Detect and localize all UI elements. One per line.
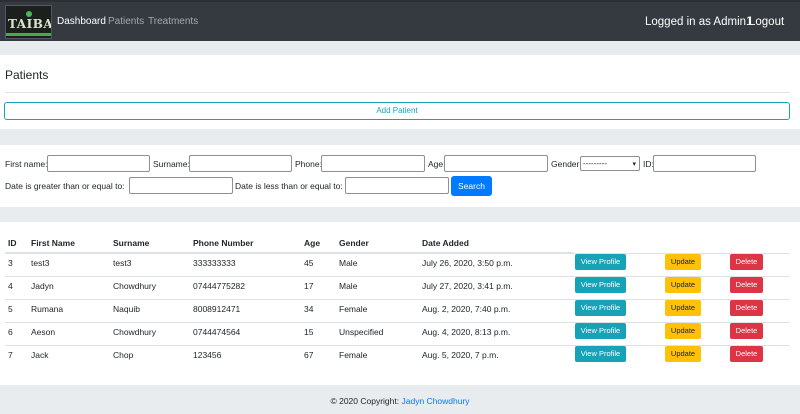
date-lte-input[interactable] <box>345 177 449 194</box>
phone-input[interactable] <box>321 155 425 172</box>
id-input[interactable] <box>653 155 756 172</box>
col-header-age: Age <box>304 238 321 248</box>
age-input[interactable] <box>444 155 548 172</box>
view-profile-button[interactable]: View Profile <box>575 300 626 316</box>
delete-button[interactable]: Delete <box>730 300 763 316</box>
cell-first-name: Jadyn <box>31 281 54 291</box>
logout-link[interactable]: Logout <box>749 16 784 28</box>
cell-age: 34 <box>304 304 314 314</box>
date-lte-label: Date is less than or equal to: <box>235 181 343 191</box>
col-header-first-name: First Name <box>31 238 75 248</box>
add-patient-button[interactable]: Add Patient <box>4 102 790 120</box>
logo-text: TAIBA <box>8 17 52 31</box>
cell-date-added: Aug. 4, 2020, 8:13 p.m. <box>422 327 511 337</box>
nav-treatments[interactable]: Treatments <box>148 16 198 27</box>
cell-phone: 0744474564 <box>193 327 241 337</box>
col-header-surname: Surname <box>113 238 150 248</box>
cell-date-added: July 26, 2020, 3:50 p.m. <box>422 258 513 268</box>
view-profile-button[interactable]: View Profile <box>575 323 626 339</box>
cell-date-added: Aug. 5, 2020, 7 p.m. <box>422 350 499 360</box>
update-button[interactable]: Update <box>665 254 701 270</box>
surname-input[interactable] <box>189 155 292 172</box>
brand-logo[interactable]: TAIBA <box>5 5 52 39</box>
cell-first-name: test3 <box>31 258 50 268</box>
cell-gender: Unspecified <box>339 327 384 337</box>
author-link[interactable]: Jadyn Chowdhury <box>401 396 469 406</box>
navbar: TAIBA Dashboard Patients Treatments Logg… <box>0 0 800 41</box>
update-button[interactable]: Update <box>665 300 701 316</box>
cell-gender: Female <box>339 304 368 314</box>
gender-label: Gender: <box>551 159 582 169</box>
date-gte-input[interactable] <box>129 177 233 194</box>
delete-button[interactable]: Delete <box>730 346 763 362</box>
surname-label: Surname: <box>153 159 190 169</box>
cell-surname: Chowdhury <box>113 327 156 337</box>
cell-surname: Naquib <box>113 304 140 314</box>
phone-label: Phone: <box>295 159 322 169</box>
chevron-down-icon: ▾ <box>632 161 636 168</box>
col-header-date-added: Date Added <box>422 238 469 248</box>
cell-id: 3 <box>8 258 13 268</box>
cell-id: 5 <box>8 304 13 314</box>
page-title: Patients <box>5 68 49 82</box>
col-header-phone: Phone Number <box>193 238 254 248</box>
cell-gender: Male <box>339 258 358 268</box>
gender-select[interactable]: --------- ▾ <box>580 156 640 171</box>
cell-first-name: Rumana <box>31 304 64 314</box>
update-button[interactable]: Update <box>665 277 701 293</box>
gender-select-value: --------- <box>583 159 607 168</box>
cell-surname: test3 <box>113 258 132 268</box>
nav-dashboard[interactable]: Dashboard <box>57 16 106 27</box>
update-button[interactable]: Update <box>665 323 701 339</box>
cell-age: 45 <box>304 258 314 268</box>
cell-id: 4 <box>8 281 13 291</box>
age-label: Age: <box>428 159 446 169</box>
delete-button[interactable]: Delete <box>730 277 763 293</box>
cell-id: 6 <box>8 327 13 337</box>
copyright-text: © 2020 Copyright: <box>330 396 400 406</box>
first-name-input[interactable] <box>47 155 150 172</box>
cell-surname: Chop <box>113 350 134 360</box>
cell-gender: Male <box>339 281 358 291</box>
date-gte-label: Date is greater than or equal to: <box>5 181 125 191</box>
cell-first-name: Jack <box>31 350 49 360</box>
view-profile-button[interactable]: View Profile <box>575 346 626 362</box>
cell-surname: Chowdhury <box>113 281 156 291</box>
col-header-gender: Gender <box>339 238 369 248</box>
cell-phone: 8008912471 <box>193 304 241 314</box>
cell-phone: 123456 <box>193 350 222 360</box>
view-profile-button[interactable]: View Profile <box>575 254 626 270</box>
search-button[interactable]: Search <box>451 176 492 196</box>
cell-date-added: Aug. 2, 2020, 7:40 p.m. <box>422 304 511 314</box>
view-profile-button[interactable]: View Profile <box>575 277 626 293</box>
logo-bar <box>6 33 51 36</box>
cell-id: 7 <box>8 350 13 360</box>
divider <box>5 92 790 93</box>
footer: © 2020 Copyright: Jadyn Chowdhury <box>0 396 800 406</box>
cell-first-name: Aeson <box>31 327 56 337</box>
update-button[interactable]: Update <box>665 346 701 362</box>
cell-date-added: July 27, 2020, 3:41 p.m. <box>422 281 513 291</box>
nav-patients[interactable]: Patients <box>108 16 144 27</box>
logged-in-text: Logged in as Admin1 <box>645 16 753 28</box>
cell-age: 67 <box>304 350 314 360</box>
cell-age: 17 <box>304 281 314 291</box>
cell-age: 15 <box>304 327 314 337</box>
first-name-label: First name: <box>5 159 48 169</box>
delete-button[interactable]: Delete <box>730 323 763 339</box>
cell-phone: 333333333 <box>193 258 236 268</box>
cell-phone: 07444775282 <box>193 281 246 291</box>
delete-button[interactable]: Delete <box>730 254 763 270</box>
cell-gender: Female <box>339 350 368 360</box>
col-header-id: ID <box>8 238 17 248</box>
